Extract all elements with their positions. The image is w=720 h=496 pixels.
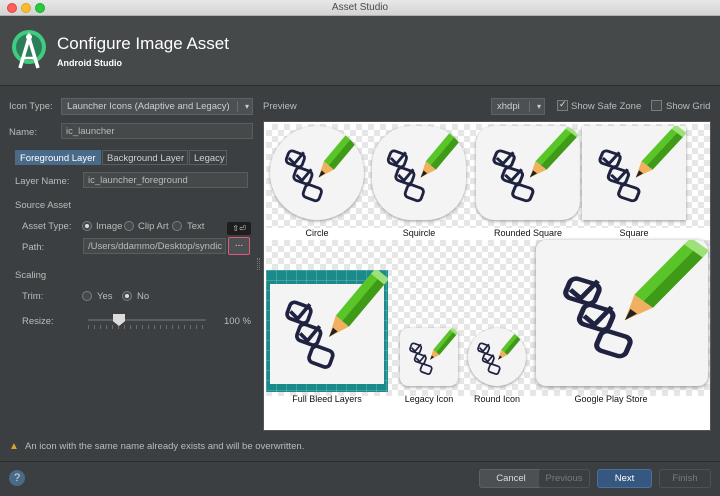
- show-safe-zone-label: Show Safe Zone: [571, 101, 642, 112]
- help-button[interactable]: ?: [9, 470, 25, 486]
- density-select[interactable]: xhdpi ▾: [491, 98, 545, 115]
- window-titlebar: Asset Studio: [0, 0, 720, 16]
- full-bleed-layers-caption: Full Bleed Layers: [292, 394, 362, 404]
- name-label: Name:: [9, 127, 37, 138]
- squircle-preview-icon: [372, 126, 466, 220]
- split-pane-handle[interactable]: [257, 258, 260, 270]
- finish-button[interactable]: Finish: [659, 469, 711, 488]
- previous-button[interactable]: Previous: [538, 469, 590, 488]
- tab-legacy[interactable]: Legacy: [189, 150, 227, 165]
- path-label: Path:: [22, 242, 45, 253]
- source-asset-heading: Source Asset: [15, 200, 71, 211]
- next-button[interactable]: Next: [597, 469, 652, 488]
- combo-separator: [237, 101, 238, 112]
- combo-separator: [529, 101, 530, 112]
- squircle-caption: Squircle: [402, 228, 436, 238]
- chevron-down-icon: ▾: [536, 102, 541, 111]
- google-play-store-preview-icon: [536, 240, 708, 386]
- icon-type-label: Icon Type:: [9, 101, 53, 112]
- show-safe-zone-checkbox[interactable]: [557, 99, 568, 111]
- android-studio-logo-icon: [12, 30, 46, 69]
- overwrite-warning: ▲ An icon with the same name already exi…: [9, 441, 304, 452]
- dialog-title: Configure Image Asset: [57, 34, 229, 53]
- asset-type-clipart-label: Clip Art: [138, 221, 169, 232]
- legacy-icon-caption: Legacy Icon: [404, 394, 454, 404]
- preview-label: Preview: [263, 101, 297, 112]
- dialog-header: Configure Image Asset Android Studio: [0, 16, 720, 86]
- rounded-square-preview-icon: [476, 126, 580, 220]
- trim-yes-radio[interactable]: [82, 291, 92, 301]
- square-caption: Square: [619, 228, 649, 238]
- resize-label: Resize:: [22, 316, 54, 327]
- show-grid-checkbox[interactable]: [651, 100, 662, 111]
- legacy-preview-icon: [400, 328, 458, 386]
- trim-no-label: No: [137, 291, 150, 302]
- chevron-down-icon: ▾: [244, 102, 249, 111]
- trim-label: Trim:: [22, 291, 44, 302]
- round-icon-caption: Round Icon: [473, 394, 521, 404]
- name-input[interactable]: ic_launcher: [61, 123, 253, 139]
- circle-preview-icon: [270, 126, 364, 220]
- icon-type-value: Launcher Icons (Adaptive and Legacy): [67, 101, 230, 112]
- browse-button[interactable]: ...: [228, 237, 250, 255]
- icon-type-select[interactable]: Launcher Icons (Adaptive and Legacy) ▾: [61, 98, 253, 115]
- warning-icon: ▲: [9, 441, 19, 452]
- browse-shortcut-tooltip: ⇧⏎: [227, 222, 251, 235]
- full-bleed-layers-preview-icon: [266, 270, 388, 392]
- warning-text: An icon with the same name already exist…: [25, 441, 305, 452]
- asset-type-text-radio[interactable]: [172, 221, 182, 231]
- google-play-store-caption: Google Play Store: [574, 394, 648, 404]
- window-title: Asset Studio: [331, 2, 389, 13]
- round-preview-icon: [468, 328, 526, 386]
- resize-slider-track[interactable]: [88, 319, 206, 321]
- trim-no-radio[interactable]: [122, 291, 132, 301]
- layer-name-input[interactable]: ic_launcher_foreground: [83, 172, 248, 188]
- preview-panel: Circle Squircle Rounded Square Square Fu…: [263, 121, 711, 431]
- resize-value: 100 %: [224, 316, 251, 327]
- asset-type-image-label: Image: [96, 221, 123, 232]
- asset-type-text-label: Text: [187, 221, 205, 232]
- dialog-subtitle: Android Studio: [57, 58, 122, 68]
- show-grid-label: Show Grid: [666, 101, 711, 112]
- asset-type-label: Asset Type:: [22, 221, 72, 232]
- trim-yes-label: Yes: [97, 291, 113, 302]
- density-value: xhdpi: [497, 101, 520, 112]
- tab-background-layer[interactable]: Background Layer: [102, 150, 188, 165]
- cancel-button[interactable]: Cancel: [479, 469, 543, 488]
- asset-type-clipart-radio[interactable]: [124, 221, 134, 231]
- resize-slider-ticks: [88, 325, 206, 329]
- tab-foreground-layer[interactable]: Foreground Layer: [15, 150, 101, 165]
- circle-caption: Circle: [305, 228, 329, 238]
- square-preview-icon: [582, 126, 686, 220]
- scaling-heading: Scaling: [15, 270, 47, 281]
- layer-name-label: Layer Name:: [15, 176, 70, 187]
- rounded-square-caption: Rounded Square: [493, 228, 563, 238]
- path-input[interactable]: /Users/ddammo/Desktop/syndic: [83, 238, 226, 254]
- asset-type-image-radio[interactable]: [82, 221, 92, 231]
